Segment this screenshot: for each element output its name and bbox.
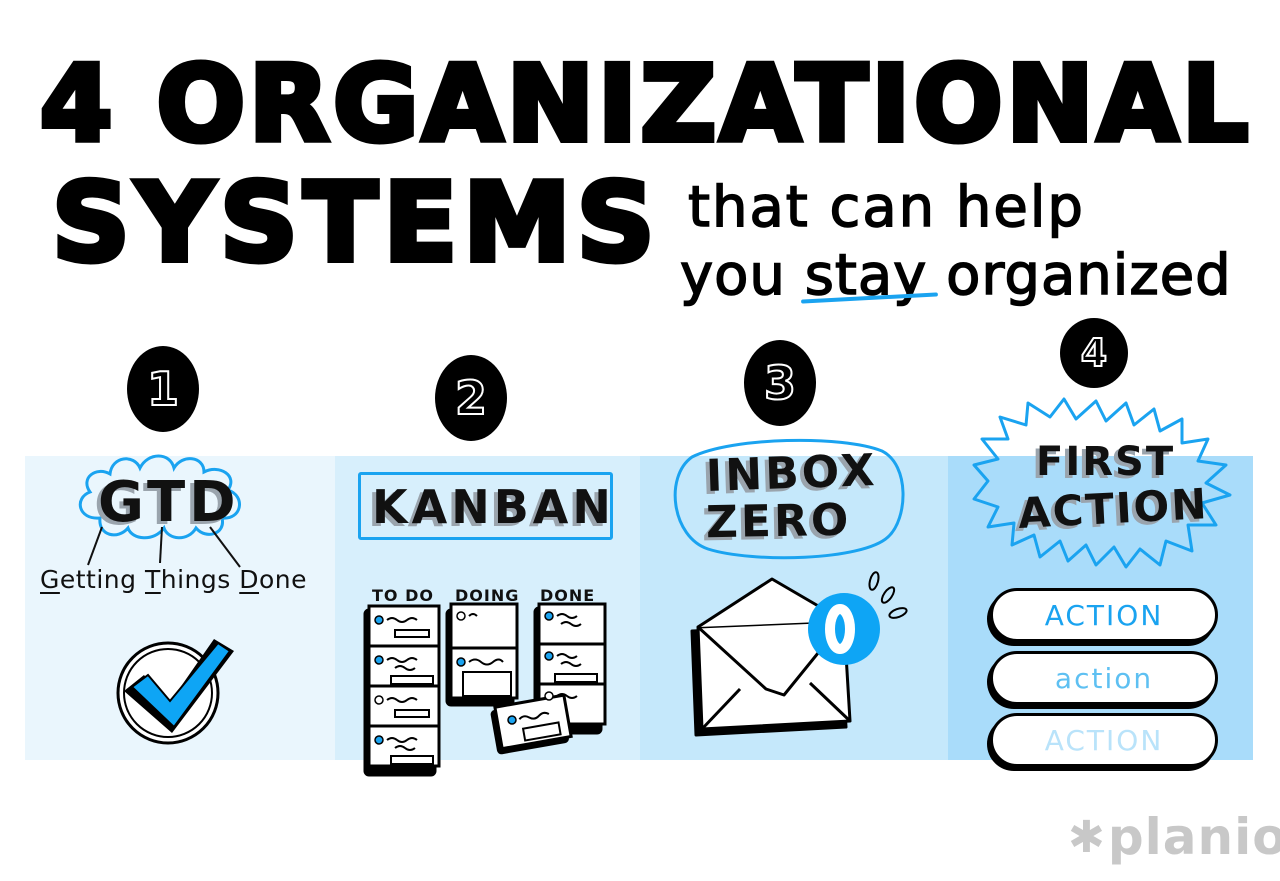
action-pill-2: action — [990, 651, 1218, 705]
gtd-initial-d: D — [239, 565, 260, 594]
asterisk-icon: ✱ — [1068, 812, 1106, 863]
subtitle-highlight-word: stay — [804, 243, 928, 308]
number-badge-3: 3 — [744, 340, 816, 426]
kanban-board-icon — [363, 602, 607, 777]
action-pill-1: ACTION — [990, 588, 1218, 642]
first-action-heading-line-1: FIRST — [1036, 439, 1176, 485]
planio-logo: ✱planio — [1068, 812, 1280, 862]
gtd-expansion: Getting Things Done — [40, 565, 307, 594]
first-action-heading-line-2: ACTION — [1016, 479, 1210, 538]
subtitle-post: organized — [927, 243, 1232, 308]
number-badge-1: 1 — [127, 346, 199, 432]
number-badge-4: 4 — [1060, 318, 1128, 388]
gtd-heading: GTD — [98, 470, 240, 535]
gtd-word-rest: one — [259, 565, 308, 594]
action-pill-3: ACTION — [990, 713, 1218, 767]
kanban-heading: KANBAN — [372, 480, 615, 534]
gtd-initial-g: G — [40, 565, 60, 594]
inbox-heading-line-1: INBOX — [705, 445, 879, 502]
gtd-initial-t: T — [144, 565, 161, 594]
number-badge-2: 2 — [435, 355, 507, 441]
subtitle-pre: you — [679, 243, 805, 308]
inbox-heading-line-2: ZERO — [705, 494, 852, 549]
subtitle-line-2: you stay organized — [679, 243, 1232, 308]
envelope-icon — [690, 571, 908, 737]
subtitle-line-1: that can help — [687, 175, 1085, 240]
main-title-line-2: SYSTEMS — [49, 161, 661, 286]
gtd-word-rest: etting — [59, 565, 137, 594]
main-title-line-1: 4 ORGANIZATIONAL — [37, 43, 1253, 165]
gtd-word-rest: hings — [160, 565, 231, 594]
planio-wordmark: planio — [1107, 808, 1280, 866]
checkmark-icon — [116, 639, 234, 745]
